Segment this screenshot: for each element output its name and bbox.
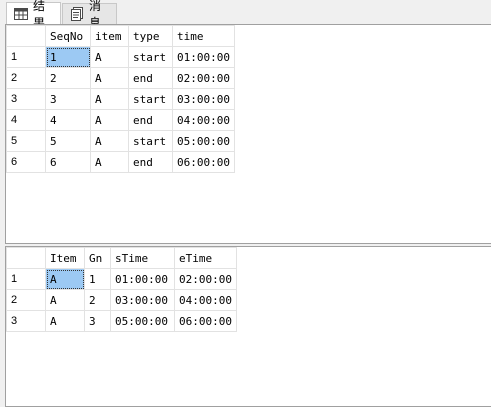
row-number[interactable]: 6 [6,151,46,173]
table-cell[interactable]: A [45,268,85,290]
row-number[interactable]: 1 [6,268,46,290]
table-cell[interactable]: A [90,46,129,68]
table-cell[interactable]: 04:00:00 [172,109,235,131]
table-cell[interactable]: 05:00:00 [172,130,235,152]
column-header[interactable]: item [90,25,129,47]
table-cell[interactable]: 04:00:00 [174,289,237,311]
table-cell[interactable]: 01:00:00 [110,268,175,290]
row-number[interactable]: 5 [6,130,46,152]
table-cell[interactable]: 2 [84,289,111,311]
table-cell[interactable]: 2 [45,67,91,89]
column-header[interactable]: SeqNo [45,25,91,47]
table-row: 2 2 A end 02:00:00 [6,67,235,89]
table-cell[interactable]: A [90,67,129,89]
table-cell[interactable]: A [45,310,85,332]
table-cell[interactable]: 3 [84,310,111,332]
table-cell[interactable]: A [90,109,129,131]
column-header[interactable]: sTime [110,247,175,269]
table-cell[interactable]: A [45,289,85,311]
row-number[interactable]: 3 [6,88,46,110]
table-cell[interactable]: 06:00:00 [174,310,237,332]
corner-cell[interactable] [6,247,46,269]
table-cell[interactable]: 06:00:00 [172,151,235,173]
table-row: 3 3 A start 03:00:00 [6,88,235,110]
result-grid-1[interactable]: SeqNo item type time 1 1 A start 01:00:0… [5,24,491,244]
table-cell[interactable]: 02:00:00 [174,268,237,290]
table-row: 1 A 1 01:00:00 02:00:00 [6,268,237,290]
table-cell[interactable]: 05:00:00 [110,310,175,332]
table-cell[interactable]: end [128,151,173,173]
result-table-2: Item Gn sTime eTime 1 A 1 01:00:00 02:00… [6,247,237,332]
column-header[interactable]: Gn [84,247,111,269]
row-number[interactable]: 1 [6,46,46,68]
result-tab-bar: 结果 消息 [0,0,491,30]
result-grid-2[interactable]: Item Gn sTime eTime 1 A 1 01:00:00 02:00… [5,246,491,407]
table-row: 5 5 A start 05:00:00 [6,130,235,152]
table-cell[interactable]: end [128,67,173,89]
column-header[interactable]: Item [45,247,85,269]
table-row: 1 1 A start 01:00:00 [6,46,235,68]
table-row: 3 A 3 05:00:00 06:00:00 [6,310,237,332]
corner-cell[interactable] [6,25,46,47]
table-cell[interactable]: 1 [84,268,111,290]
row-number[interactable]: 3 [6,310,46,332]
table-cell[interactable]: A [90,130,129,152]
table-cell[interactable]: 03:00:00 [172,88,235,110]
table-cell[interactable]: start [128,88,173,110]
table-cell[interactable]: start [128,130,173,152]
table-cell[interactable]: 3 [45,88,91,110]
table-row: 4 4 A end 04:00:00 [6,109,235,131]
column-header[interactable]: time [172,25,235,47]
table-cell[interactable]: start [128,46,173,68]
table-cell[interactable]: 03:00:00 [110,289,175,311]
table-row: 6 6 A end 06:00:00 [6,151,235,173]
row-number[interactable]: 4 [6,109,46,131]
table-cell[interactable]: 6 [45,151,91,173]
table-cell[interactable]: 5 [45,130,91,152]
result-table-1: SeqNo item type time 1 1 A start 01:00:0… [6,25,235,173]
row-number[interactable]: 2 [6,289,46,311]
header-row: Item Gn sTime eTime [6,247,237,269]
header-row: SeqNo item type time [6,25,235,47]
table-cell[interactable]: 4 [45,109,91,131]
message-icon [70,7,84,21]
column-header[interactable]: type [128,25,173,47]
column-header[interactable]: eTime [174,247,237,269]
table-cell[interactable]: A [90,88,129,110]
table-row: 2 A 2 03:00:00 04:00:00 [6,289,237,311]
tab-results[interactable]: 结果 [6,0,61,30]
table-cell[interactable]: 01:00:00 [172,46,235,68]
row-number[interactable]: 2 [6,67,46,89]
table-cell[interactable]: A [90,151,129,173]
grid-icon [14,7,28,21]
table-cell[interactable]: end [128,109,173,131]
table-cell[interactable]: 1 [45,46,91,68]
table-cell[interactable]: 02:00:00 [172,67,235,89]
tab-messages[interactable]: 消息 [62,0,117,30]
